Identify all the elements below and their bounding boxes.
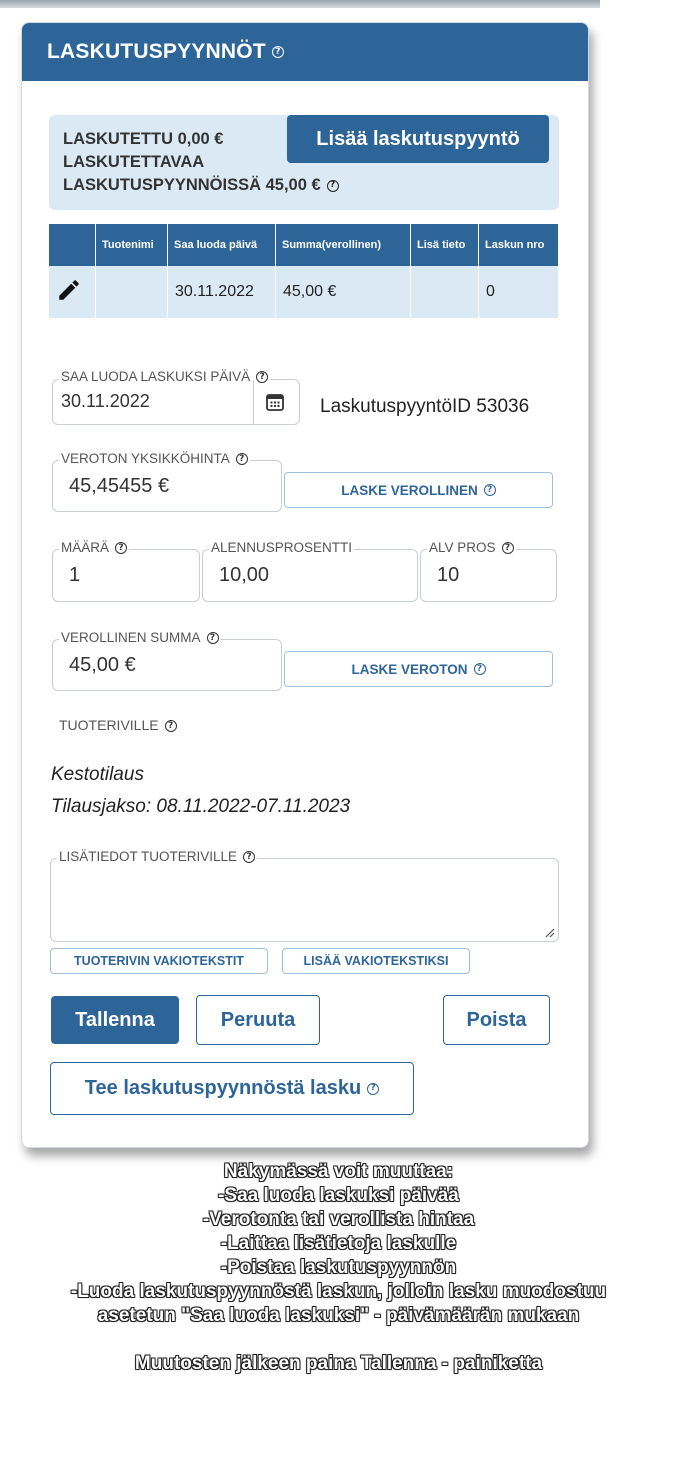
subscription-text: Kestotilaus: [51, 764, 144, 785]
discount-input[interactable]: 10,00: [219, 564, 269, 587]
request-id: LaskutuspyyntöID 53036: [320, 396, 530, 417]
caption-line: asetetun "Saa luoda laskuksi" - päivämää…: [97, 1305, 580, 1326]
product-cell: [95, 266, 168, 318]
standard-texts-button[interactable]: TUOTERIVIN VAKIOTEKSTIT: [50, 948, 268, 974]
column-header-invoice-no: Laskun nro: [478, 224, 559, 266]
net-price-label: VEROTON YKSIKKÖHINTA: [61, 451, 230, 466]
caption-line: -Laittaa lisätietoja laskulle: [220, 1233, 457, 1254]
table-row: 30.11.2022 45,00 € 0: [49, 266, 559, 318]
subscription-period: Tilausjakso: 08.11.2022-07.11.2023: [51, 796, 351, 817]
help-icon[interactable]: ?: [243, 851, 256, 864]
delete-button[interactable]: Poista: [443, 995, 550, 1045]
calc-gross-button[interactable]: LASKE VEROLLINEN?: [284, 472, 553, 508]
gross-sum-label: VEROLLINEN SUMMA: [61, 630, 201, 645]
help-icon[interactable]: ?: [115, 542, 128, 555]
caption-line: -Luoda laskutuspyynnöstä laskun, jolloin…: [70, 1281, 607, 1302]
vat-field[interactable]: ALV PROS? 10: [420, 540, 557, 602]
cancel-button[interactable]: Peruuta: [196, 995, 320, 1045]
caption-line: -Saa luoda laskuksi päivää: [218, 1185, 459, 1206]
column-header-edit: [49, 224, 96, 266]
help-icon[interactable]: ?: [256, 371, 269, 384]
pencil-icon[interactable]: [56, 277, 82, 303]
billing-requests-table: Tuotenimi Saa luoda päivä Summa(verollin…: [49, 224, 559, 318]
extra-info-field[interactable]: LISÄTIEDOT TUOTERIVILLE?: [50, 849, 559, 942]
card-header: LASKUTUSPYYNNÖT ?: [22, 23, 588, 81]
caption-line: -Poistaa laskutuspyynnön: [220, 1257, 457, 1278]
create-invoice-label: Tee laskutuspyynnöstä lasku: [84, 1077, 362, 1099]
help-icon[interactable]: ?: [483, 484, 496, 496]
discount-field[interactable]: ALENNUSPROSENTTI 10,00: [202, 540, 418, 602]
gross-sum-field[interactable]: VEROLLINEN SUMMA? 45,00 €: [52, 630, 282, 691]
help-icon[interactable]: ?: [501, 542, 514, 555]
add-standard-text-button[interactable]: LISÄÄ VAKIOTEKSTIKSI: [282, 948, 470, 974]
add-billing-request-button[interactable]: Lisää laskutuspyyntö: [287, 115, 549, 163]
quantity-field[interactable]: MÄÄRÄ? 1: [52, 540, 200, 602]
help-icon[interactable]: ?: [326, 179, 339, 192]
instruction-caption: Näkymässä voit muuttaa: -Saa luoda lasku…: [0, 1160, 677, 1376]
date-input[interactable]: 30.11.2022: [61, 391, 150, 412]
create-invoice-button[interactable]: Tee laskutuspyynnöstä lasku?: [50, 1062, 414, 1115]
caption-line: Muutosten jälkeen paina Tallenna - paini…: [134, 1353, 543, 1374]
quantity-label: MÄÄRÄ: [61, 540, 110, 555]
vat-label: ALV PROS: [429, 540, 496, 555]
date-cell: 30.11.2022: [167, 266, 276, 318]
quantity-input[interactable]: 1: [69, 564, 80, 587]
help-icon[interactable]: ?: [235, 453, 248, 466]
help-icon[interactable]: ?: [271, 46, 284, 58]
calc-net-button[interactable]: LASKE VEROTON?: [284, 651, 553, 687]
net-unit-price-field[interactable]: VEROTON YKSIKKÖHINTA? 45,45455 €: [52, 451, 282, 512]
date-field[interactable]: SAA LUODA LASKUKSI PÄIVÄ? 30.11.2022: [52, 369, 300, 425]
caption-line: [0, 1328, 677, 1352]
product-row-label: TUOTERIVILLE: [59, 717, 159, 733]
help-icon[interactable]: ?: [206, 632, 219, 645]
gross-sum-input[interactable]: 45,00 €: [69, 654, 136, 677]
column-header-product: Tuotenimi: [95, 224, 168, 266]
date-label: SAA LUODA LASKUKSI PÄIVÄ: [61, 369, 251, 384]
column-header-sum: Summa(verollinen): [275, 224, 411, 266]
billing-requests-card: LASKUTUSPYYNNÖT ? LASKUTETTU 0,00 € LASK…: [21, 22, 589, 1148]
column-header-info: Lisä tieto: [410, 224, 479, 266]
extra-info-label: LISÄTIEDOT TUOTERIVILLE: [59, 849, 238, 864]
net-price-input[interactable]: 45,45455 €: [69, 475, 169, 498]
column-header-date: Saa luoda päivä: [167, 224, 276, 266]
discount-label: ALENNUSPROSENTTI: [209, 540, 355, 555]
billing-summary: LASKUTETTU 0,00 € LASKUTETTAVAA LASKUTUS…: [49, 115, 559, 210]
help-icon[interactable]: ?: [164, 720, 177, 733]
calendar-icon[interactable]: [265, 392, 285, 412]
invoice-no-cell: 0: [478, 266, 559, 318]
resize-handle-icon[interactable]: [545, 928, 555, 938]
help-icon[interactable]: ?: [473, 663, 486, 675]
calc-net-label: LASKE VEROTON: [351, 661, 468, 677]
sum-cell: 45,00 €: [275, 266, 411, 318]
to-invoice-amount: LASKUTUSPYYNNÖISSÄ 45,00 €: [63, 176, 321, 194]
info-cell: [410, 266, 479, 318]
caption-line: -Verotonta tai verollista hintaa: [202, 1209, 475, 1230]
top-bar: [0, 0, 600, 8]
edit-cell: [49, 266, 96, 318]
page-title: LASKUTUSPYYNNÖT: [47, 40, 266, 63]
help-icon[interactable]: ?: [367, 1082, 380, 1095]
calc-gross-label: LASKE VEROLLINEN: [341, 482, 478, 498]
caption-line: Näkymässä voit muuttaa:: [223, 1161, 454, 1182]
save-button[interactable]: Tallenna: [51, 996, 179, 1044]
table-header-row: Tuotenimi Saa luoda päivä Summa(verollin…: [49, 224, 559, 266]
vat-input[interactable]: 10: [437, 564, 459, 587]
